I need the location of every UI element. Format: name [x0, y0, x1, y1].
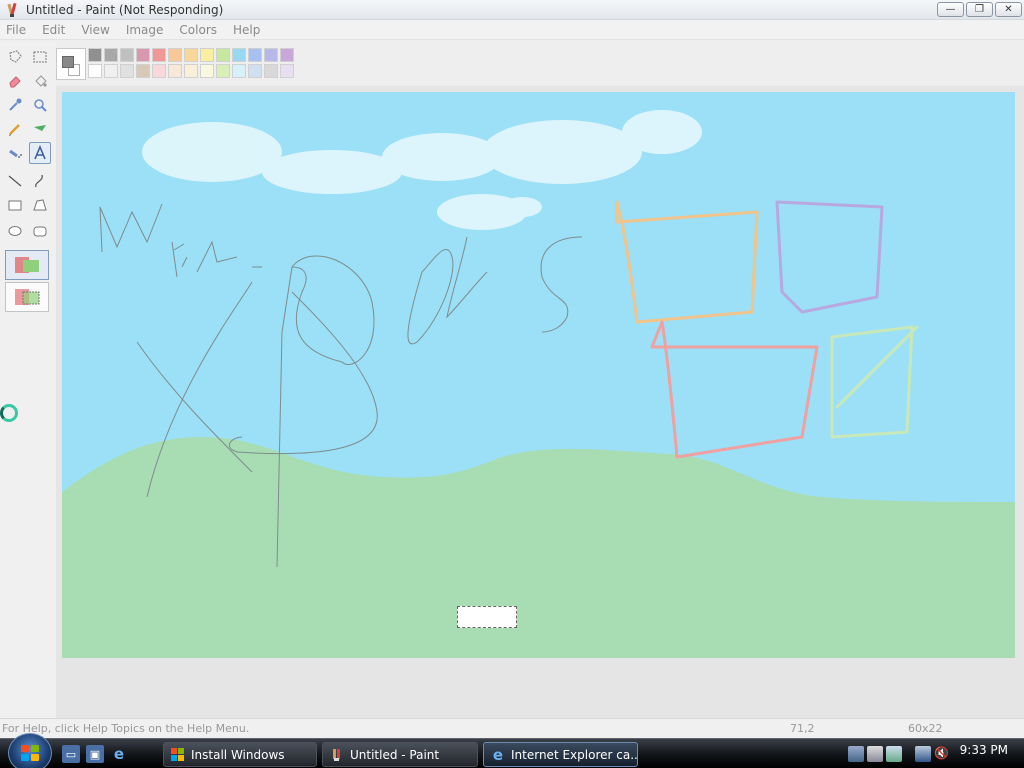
magnifier-icon[interactable]	[29, 94, 51, 116]
menu-edit[interactable]: Edit	[34, 23, 73, 37]
task-label: Untitled - Paint	[350, 747, 440, 762]
color-swatch[interactable]	[104, 64, 118, 78]
current-colors[interactable]	[56, 48, 86, 80]
color-swatch[interactable]	[200, 64, 214, 78]
menu-colors[interactable]: Colors	[171, 23, 225, 37]
color-swatch[interactable]	[280, 64, 294, 78]
color-swatch[interactable]	[216, 64, 230, 78]
menu-bar: File Edit View Image Colors Help	[0, 20, 1024, 40]
paint-app-icon	[7, 2, 17, 17]
canvas-workspace	[56, 86, 1024, 718]
color-swatch[interactable]	[168, 64, 182, 78]
windows-logo-icon	[21, 745, 39, 761]
eraser-icon[interactable]	[4, 70, 26, 92]
task-internet-explorer[interactable]: e Internet Explorer ca...	[483, 742, 638, 767]
color-swatch[interactable]	[184, 48, 198, 62]
color-swatch[interactable]	[136, 64, 150, 78]
start-button[interactable]	[8, 733, 52, 768]
color-swatch[interactable]	[248, 64, 262, 78]
task-label: Install Windows	[191, 747, 285, 762]
free-form-select-icon[interactable]	[4, 46, 26, 68]
opaque-background-option[interactable]	[5, 250, 49, 280]
rectangle-icon[interactable]	[4, 194, 26, 216]
color-swatch[interactable]	[264, 48, 278, 62]
color-palette	[56, 48, 310, 82]
color-swatch[interactable]	[232, 48, 246, 62]
status-bar: For Help, click Help Topics on the Help …	[0, 718, 1024, 738]
rect-select-icon[interactable]	[29, 46, 51, 68]
color-swatch[interactable]	[200, 48, 214, 62]
drawing-canvas[interactable]	[62, 92, 1015, 658]
quick-launch: ▭ ▣ e	[62, 745, 128, 763]
tray-security-icon[interactable]	[886, 746, 902, 762]
close-button[interactable]: ✕	[995, 2, 1022, 17]
color-swatch[interactable]	[248, 48, 262, 62]
menu-file[interactable]: File	[0, 23, 34, 37]
tray-app-icon[interactable]	[867, 746, 883, 762]
window-controls: — ❐ ✕	[937, 2, 1022, 17]
polygon-icon[interactable]	[29, 194, 51, 216]
color-swatch[interactable]	[120, 64, 134, 78]
color-swatch[interactable]	[216, 48, 230, 62]
color-swatch[interactable]	[184, 64, 198, 78]
line-icon[interactable]	[4, 170, 26, 192]
color-swatch[interactable]	[168, 48, 182, 62]
show-desktop-icon[interactable]: ▭	[62, 745, 80, 763]
title-bar: Untitled - Paint (Not Responding) — ❐ ✕	[0, 0, 1024, 20]
fill-bucket-icon[interactable]	[29, 70, 51, 92]
task-paint[interactable]: Untitled - Paint	[322, 742, 478, 767]
network-icon[interactable]	[848, 746, 864, 762]
clock[interactable]: 9:33 PM	[960, 743, 1008, 757]
color-swatch[interactable]	[152, 64, 166, 78]
curve-icon[interactable]	[29, 170, 51, 192]
color-swatch[interactable]	[264, 64, 278, 78]
transparent-background-option[interactable]	[5, 282, 49, 312]
windows-flag-icon	[170, 747, 186, 763]
color-swatch[interactable]	[104, 48, 118, 62]
color-swatch[interactable]	[232, 64, 246, 78]
window-title: Untitled - Paint (Not Responding)	[26, 2, 224, 17]
status-selection-size: 60x22	[908, 722, 943, 735]
color-swatch[interactable]	[120, 48, 134, 62]
menu-help[interactable]: Help	[225, 23, 268, 37]
airbrush-icon[interactable]	[4, 142, 26, 164]
status-cursor-position: 71,2	[790, 722, 815, 735]
task-install-windows[interactable]: Install Windows	[163, 742, 317, 767]
menu-image[interactable]: Image	[118, 23, 172, 37]
rounded-rectangle-icon[interactable]	[29, 220, 51, 242]
busy-cursor-icon	[0, 404, 18, 422]
task-label: Internet Explorer ca...	[511, 747, 638, 762]
foreground-color	[62, 56, 74, 68]
switch-windows-icon[interactable]: ▣	[86, 745, 104, 763]
color-swatch[interactable]	[152, 48, 166, 62]
color-swatch[interactable]	[280, 48, 294, 62]
tool-box	[0, 42, 56, 718]
taskbar: ▭ ▣ e Install Windows Untitled - Paint e…	[0, 733, 1024, 768]
color-swatches	[88, 48, 310, 82]
internet-explorer-icon[interactable]: e	[110, 745, 128, 763]
menu-view[interactable]: View	[73, 23, 117, 37]
status-help-text: For Help, click Help Topics on the Help …	[2, 722, 250, 735]
color-picker-icon[interactable]	[4, 94, 26, 116]
minimize-button[interactable]: —	[937, 2, 964, 17]
pencil-icon[interactable]	[4, 118, 26, 140]
color-swatch[interactable]	[136, 48, 150, 62]
ie-icon: e	[492, 745, 504, 764]
ellipse-icon[interactable]	[4, 220, 26, 242]
maximize-button[interactable]: ❐	[966, 2, 993, 17]
tray-computer-icon[interactable]	[915, 746, 931, 762]
text-selection-box[interactable]	[457, 606, 517, 628]
brush-icon[interactable]	[29, 118, 51, 140]
text-tool-icon[interactable]	[29, 142, 51, 164]
paint-icon	[329, 747, 345, 763]
color-swatch[interactable]	[88, 48, 102, 62]
color-swatch[interactable]	[88, 64, 102, 78]
volume-muted-icon[interactable]: 🔇	[934, 746, 950, 762]
